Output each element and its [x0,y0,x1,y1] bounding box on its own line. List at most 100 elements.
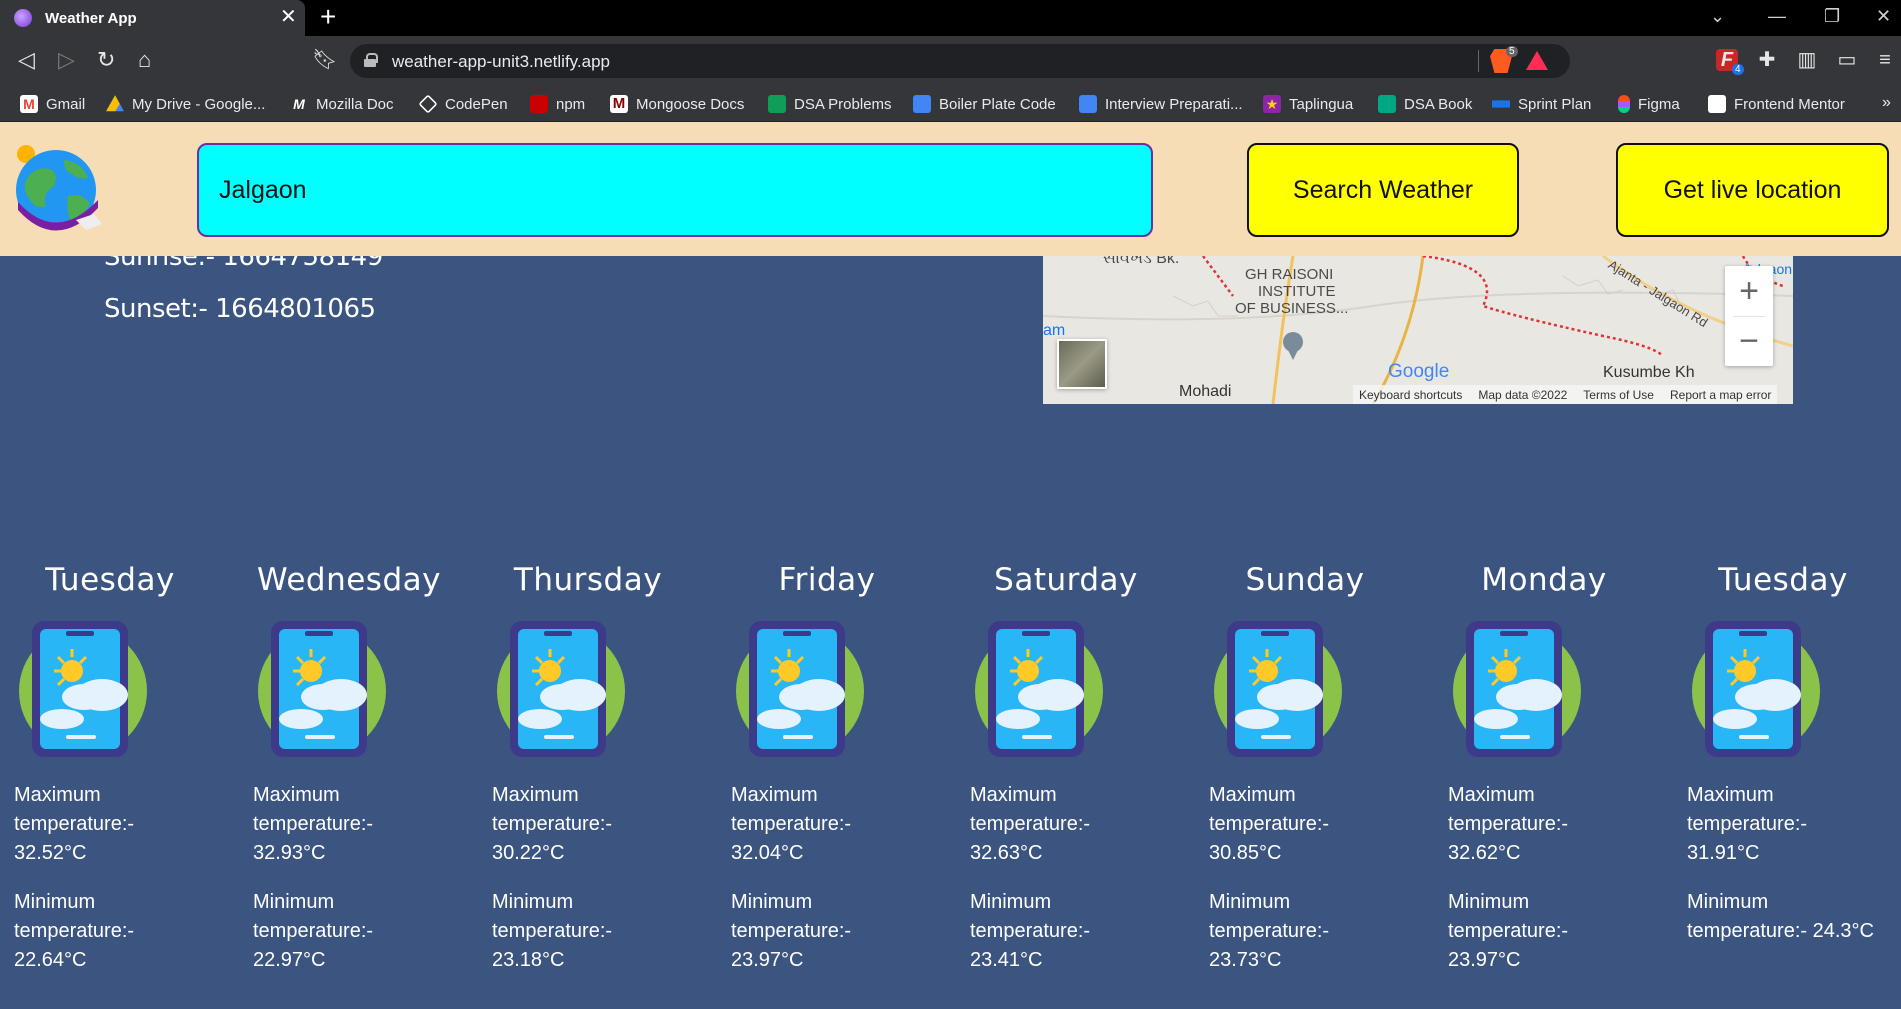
city-search-input[interactable] [197,143,1153,237]
satellite-toggle[interactable] [1057,339,1107,389]
close-window-icon[interactable]: ✕ [1876,6,1891,27]
min-temperature: Minimum temperature:- 22.64°C [14,891,135,971]
bookmark-drive[interactable]: My Drive - Google... [106,94,265,114]
zoom-in-button[interactable]: + [1725,266,1773,316]
bookmark-npm[interactable]: npm [530,94,585,114]
map-data-text: Map data ©2022 [1478,387,1568,402]
bookmark-taplingua[interactable]: ★ Taplingua [1263,94,1353,114]
tab-title: Weather App [45,10,137,27]
partly-cloudy-icon [492,621,626,757]
bookmark-mongoose[interactable]: M Mongoose Docs [610,94,744,114]
drive-icon [106,95,124,112]
partly-cloudy-icon [1687,621,1821,757]
min-temperature: Minimum temperature:- 23.41°C [970,891,1091,971]
bookmark-icon[interactable]: 🔖︎ [312,48,337,72]
map-label-village: સાવખેડ Bk. [1103,256,1180,267]
partly-cloudy-icon [14,621,148,757]
address-bar[interactable]: weather-app-unit3.netlify.app 5 [350,44,1570,78]
bookmark-boilerplate[interactable]: Boiler Plate Code [913,94,1056,114]
mdn-icon: M [293,96,305,112]
forecast-day-name: Sunday [1245,562,1365,598]
max-temperature: Maximum temperature:- 32.62°C [1448,784,1569,864]
sunset-text: Sunset:- 1664801065 [104,294,376,324]
forward-icon[interactable]: ▷ [58,48,75,72]
docs-icon [913,95,931,113]
max-temperature: Maximum temperature:- 30.22°C [492,784,613,864]
max-temperature: Maximum temperature:- 32.93°C [253,784,374,864]
max-temperature: Maximum temperature:- 32.04°C [731,784,852,864]
menu-icon[interactable]: ≡ [1874,49,1896,71]
minimize-icon[interactable]: — [1768,6,1786,27]
puzzle-extensions-icon[interactable]: ✚ [1756,49,1778,71]
bookmark-mozilla[interactable]: M Mozilla Doc [290,94,393,114]
star-icon: ★ [1263,95,1281,113]
bookmark-figma[interactable]: Figma [1618,94,1680,114]
min-temperature: Minimum temperature:- 24.3°C [1687,891,1874,942]
bookmarks-bar: M Gmail My Drive - Google... M Mozilla Doc… [0,86,1901,122]
forecast-day-name: Tuesday [1718,562,1848,598]
min-temperature: Minimum temperature:- 23.97°C [731,891,852,971]
report-map-error-link[interactable]: Report a map error [1670,388,1771,402]
browser-tab-bar: Weather App ✕ + ⌄ — ❐ ✕ [0,0,1901,36]
gmail-icon: M [20,95,38,113]
tab-search-icon[interactable]: ⌄ [1710,6,1725,27]
google-logo: Google [1388,361,1450,382]
forecast-day-name: Friday [778,562,876,598]
wallet-icon[interactable]: ▭ [1836,49,1858,71]
close-tab-icon[interactable]: ✕ [280,7,297,27]
bookmark-gmail[interactable]: M Gmail [20,94,85,114]
map-label-kusumbe: Kusumbe Kh [1603,364,1695,381]
partly-cloudy-icon [1448,621,1582,757]
map-label-mohadi: Mohadi [1179,383,1232,400]
sprint-icon [1492,100,1510,108]
max-temperature: Maximum temperature:- 30.85°C [1209,784,1330,864]
more-bookmarks-icon[interactable]: » [1882,94,1891,112]
frontend-mentor-icon [1708,95,1726,113]
forecast-day-name: Saturday [994,562,1138,598]
bookmark-interview[interactable]: Interview Preparati... [1079,94,1243,114]
partly-cloudy-icon [970,621,1104,757]
bookmark-sprint-plan[interactable]: Sprint Plan [1492,94,1591,114]
zoom-out-button[interactable]: − [1725,316,1773,366]
bookmark-frontend-mentor[interactable]: Frontend Mentor [1708,94,1845,114]
partly-cloudy-icon [1209,621,1343,757]
mongoose-icon: M [610,95,628,113]
map-label-left: am [1043,322,1066,339]
max-temperature: Maximum temperature:- 31.91°C [1687,784,1808,864]
sidebar-icon[interactable]: ▥ [1796,49,1818,71]
min-temperature: Minimum temperature:- 23.18°C [492,891,613,971]
partly-cloudy-icon [731,621,865,757]
home-icon[interactable]: ⌂ [138,48,151,72]
search-weather-button[interactable]: Search Weather [1247,143,1519,237]
forecast-day-name: Monday [1481,562,1607,598]
url-text: weather-app-unit3.netlify.app [392,52,610,71]
globe-logo-icon [16,145,102,231]
map-label-institute-3: OF BUSINESS... [1235,300,1349,317]
back-icon[interactable]: ◁ [18,48,35,72]
min-temperature: Minimum temperature:- 23.97°C [1448,891,1569,971]
max-temperature: Maximum temperature:- 32.52°C [14,784,135,864]
terms-of-use-link[interactable]: Terms of Use [1583,388,1654,402]
partly-cloudy-icon [253,621,387,757]
restore-icon[interactable]: ❐ [1824,6,1840,27]
codepen-icon [418,94,438,114]
figma-icon [1618,95,1630,113]
browser-tab[interactable]: Weather App ✕ [0,0,305,36]
keyboard-shortcuts-link[interactable]: Keyboard shortcuts [1359,388,1462,402]
map-zoom-control: + − [1725,266,1773,366]
bookmark-codepen[interactable]: CodePen [418,94,508,114]
reload-icon[interactable]: ↻ [97,48,115,72]
bookmark-dsa-book[interactable]: DSA Book [1378,94,1472,114]
brave-rewards-icon[interactable] [1526,51,1548,70]
min-temperature: Minimum temperature:- 22.97°C [253,891,374,971]
docs-icon [1079,95,1097,113]
omnibox-divider [1478,50,1479,72]
min-temperature: Minimum temperature:- 23.73°C [1209,891,1330,971]
map-label-institute-1: GH RAISONI [1245,266,1334,283]
app-header: Search Weather Get live location [0,122,1901,256]
map-label-institute-2: INSTITUTE [1258,283,1336,300]
get-live-location-button[interactable]: Get live location [1616,143,1889,237]
new-tab-icon[interactable]: + [320,3,336,31]
google-map[interactable]: સાવખેડ Bk. GH RAISONI INSTITUTE OF BUSIN… [1043,256,1793,404]
bookmark-dsa-problems[interactable]: DSA Problems [768,94,892,114]
